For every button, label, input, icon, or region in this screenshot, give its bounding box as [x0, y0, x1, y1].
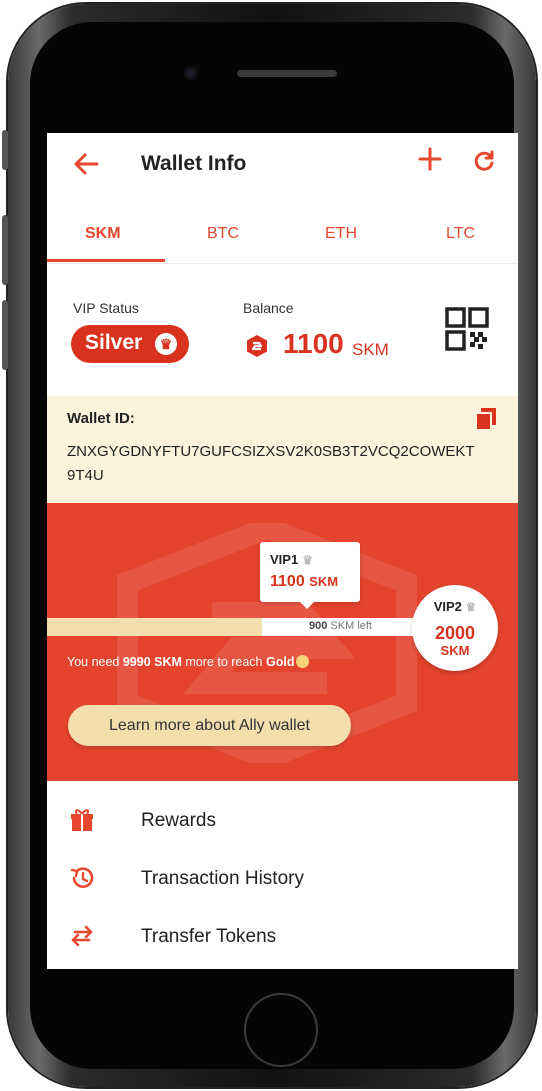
mute-switch — [2, 130, 8, 170]
tab-btc[interactable]: BTC — [207, 225, 239, 243]
menu-item-transaction-history[interactable]: Transaction History — [47, 851, 518, 907]
skm-coin-icon — [247, 335, 267, 357]
balance-label: Balance — [243, 300, 294, 316]
currency-tabs: SKM BTC ETH LTC — [47, 199, 518, 264]
next-level-amount: 2000 — [434, 623, 476, 643]
remaining-text: 900 SKM left — [309, 620, 372, 632]
next-level-label: VIP2 — [433, 599, 462, 614]
front-camera — [184, 66, 198, 80]
upgrade-hint: You need 9990 SKM more to reach Gold — [67, 655, 310, 669]
next-level-badge: VIP2 ♛ 2000 SKM — [412, 585, 498, 671]
earpiece-speaker — [237, 70, 337, 77]
volume-down-button — [2, 300, 8, 370]
remaining-label: SKM left — [330, 620, 372, 632]
balance-amount: 1100 — [283, 328, 344, 359]
menu-label: Rewards — [141, 810, 216, 831]
menu-item-transfer-tokens[interactable]: Transfer Tokens — [47, 909, 518, 965]
menu-label: Transaction History — [141, 868, 304, 889]
next-level-unit: SKM — [440, 643, 470, 658]
upgrade-hint-prefix: You need — [67, 655, 123, 669]
vip-progress-fill — [47, 618, 262, 636]
volume-up-button — [2, 215, 8, 285]
crown-icon: ♛ — [465, 600, 477, 614]
upgrade-hint-amount: 9990 SKM — [122, 655, 182, 669]
qr-code-icon[interactable] — [445, 307, 489, 351]
upgrade-hint-middle: more to reach — [181, 655, 266, 669]
wallet-id-panel: Wallet ID: ZNXGYGDNYFTU7GUFCSIZXSV2K0SB3… — [47, 396, 518, 503]
current-level-amount: 1100 — [270, 573, 305, 590]
history-icon — [70, 867, 94, 888]
current-level-unit: SKM — [309, 574, 339, 589]
tab-ltc[interactable]: LTC — [446, 225, 475, 243]
add-icon[interactable] — [416, 145, 444, 178]
gift-icon — [71, 809, 93, 831]
tab-skm[interactable]: SKM — [85, 225, 121, 243]
vip-status-label: VIP Status — [73, 300, 139, 316]
app-screen: Wallet Info SKM BTC ETH LTC VIP Status S… — [47, 133, 518, 969]
page-title: Wallet Info — [141, 152, 247, 175]
balance-unit: SKM — [352, 340, 389, 359]
refresh-icon[interactable] — [472, 149, 496, 180]
gold-crown-icon — [296, 655, 310, 668]
app-bar: Wallet Info — [47, 133, 518, 199]
upgrade-hint-target: Gold — [266, 655, 295, 669]
vip-progress-card: VIP1 ♛ 1100 SKM 900 SKM left VIP2 ♛ 2000 … — [47, 503, 518, 781]
home-button[interactable] — [244, 993, 318, 1067]
vip-progress-bar: 900 SKM left — [47, 618, 437, 636]
back-arrow-icon[interactable] — [71, 149, 101, 179]
transfer-icon — [71, 925, 93, 947]
current-level-tooltip: VIP1 ♛ 1100 SKM — [260, 542, 360, 609]
active-tab-indicator — [47, 259, 165, 262]
tab-eth[interactable]: ETH — [325, 225, 357, 243]
vip-tier-badge[interactable]: Silver ♛ — [71, 325, 189, 363]
copy-icon[interactable] — [475, 407, 497, 431]
wallet-id-value[interactable]: ZNXGYGDNYFTU7GUFCSIZXSV2K0SB3T2VCQ2COWEK… — [67, 440, 477, 488]
learn-more-button[interactable]: Learn more about Ally wallet — [68, 705, 351, 746]
crown-icon: ♛ — [155, 333, 177, 355]
menu-item-rewards[interactable]: Rewards — [47, 793, 518, 849]
crown-icon: ♛ — [302, 553, 313, 567]
current-level-label: VIP1 — [270, 552, 299, 567]
vip-tier-label: Silver — [85, 331, 143, 354]
wallet-id-label: Wallet ID: — [67, 410, 135, 427]
remaining-amount: 900 — [309, 620, 328, 632]
menu-label: Transfer Tokens — [141, 926, 277, 947]
